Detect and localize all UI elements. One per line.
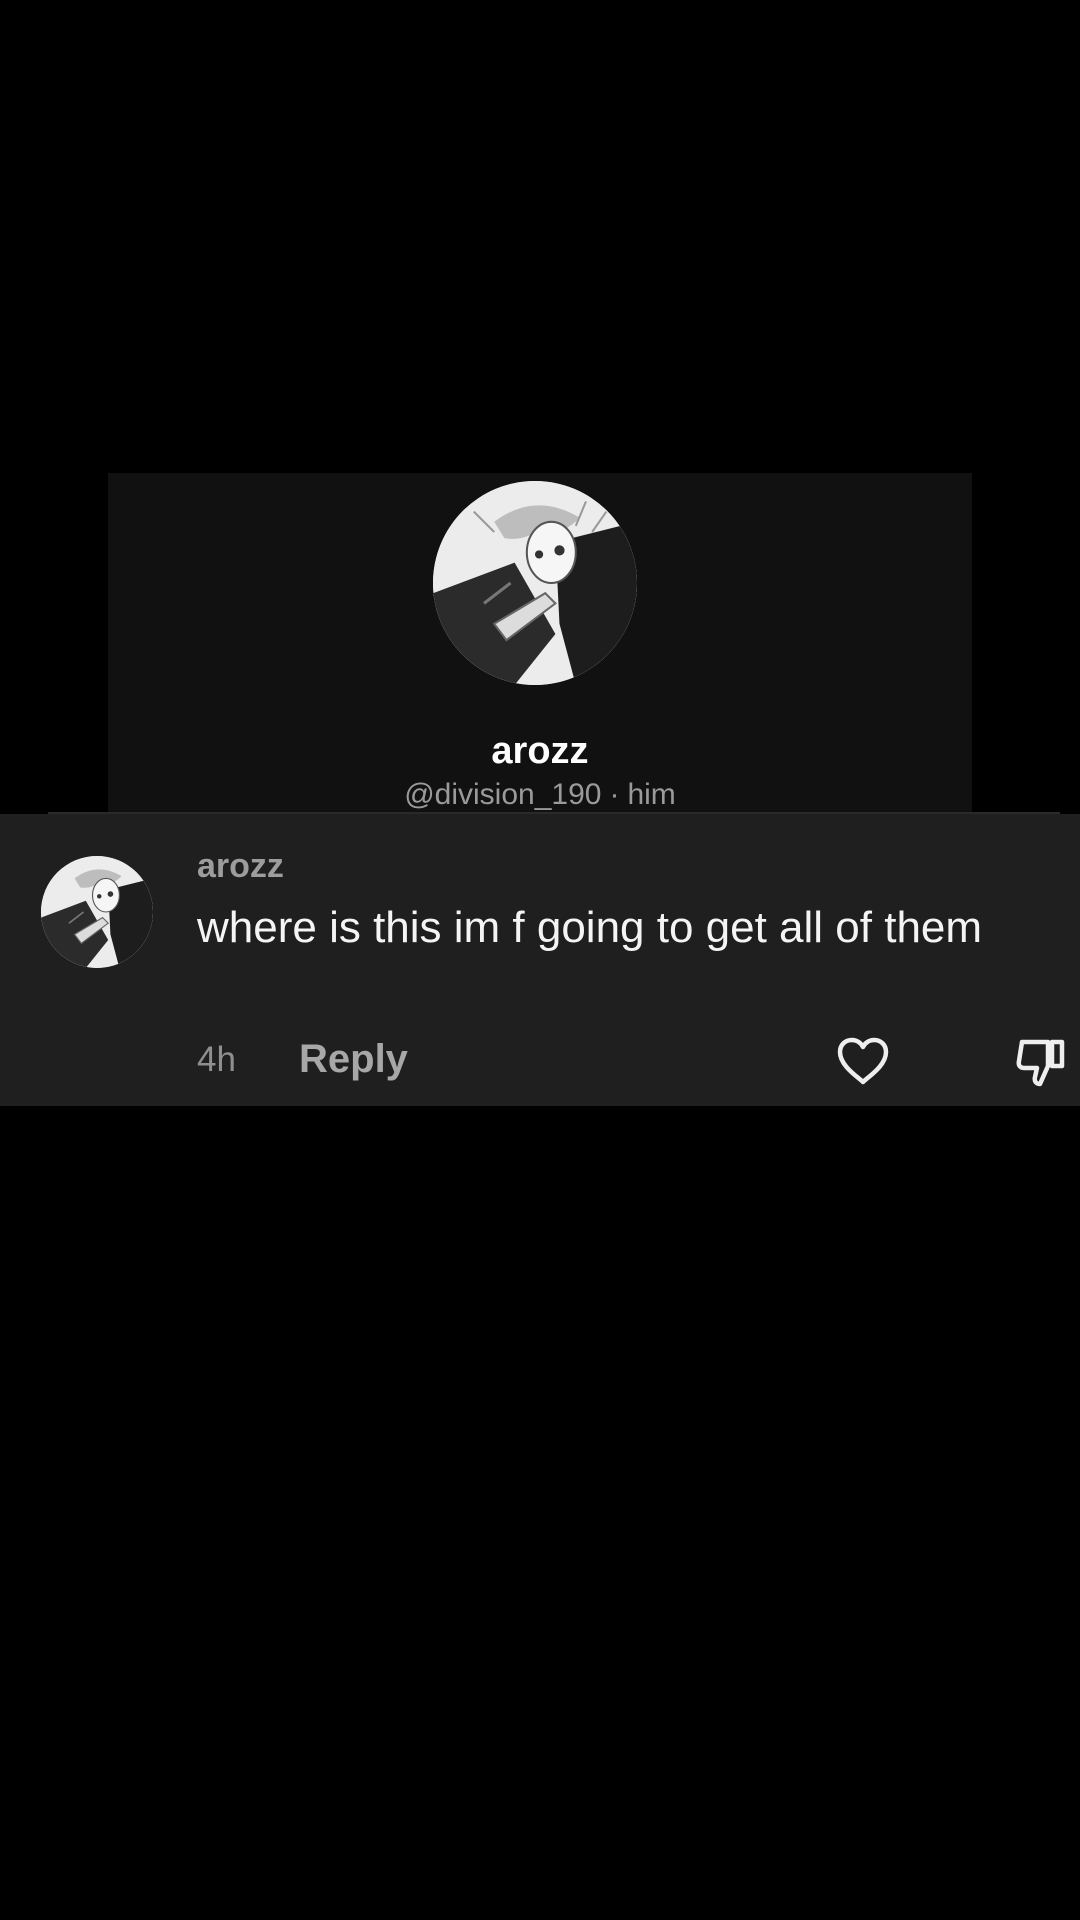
comment-avatar[interactable] (41, 856, 153, 968)
comment-timestamp: 4h (197, 1040, 236, 1079)
profile-subtitle: @division_190 · him (108, 777, 972, 813)
anime-sketch-avatar-icon (433, 481, 637, 685)
comment-text: where is this im f going to get all of t… (197, 903, 983, 952)
profile-display-name: arozz (491, 730, 589, 772)
comment-author[interactable]: arozz (197, 846, 284, 886)
like-button[interactable] (836, 1036, 890, 1086)
dislike-button[interactable] (1014, 1034, 1070, 1090)
profile-handle: @division_190 (404, 778, 602, 811)
comment-item: arozz where is this im f going to get al… (0, 814, 1080, 1106)
profile-avatar[interactable] (433, 481, 637, 685)
reply-button[interactable]: Reply (299, 1036, 408, 1082)
heart-outline-icon (837, 1037, 889, 1085)
profile-separator: · (609, 778, 620, 811)
anime-sketch-avatar-icon (41, 856, 153, 968)
profile-card: arozz @division_190 · him (108, 473, 972, 820)
profile-pronouns: him (627, 778, 676, 811)
thumbs-down-outline-icon (1016, 1039, 1065, 1087)
